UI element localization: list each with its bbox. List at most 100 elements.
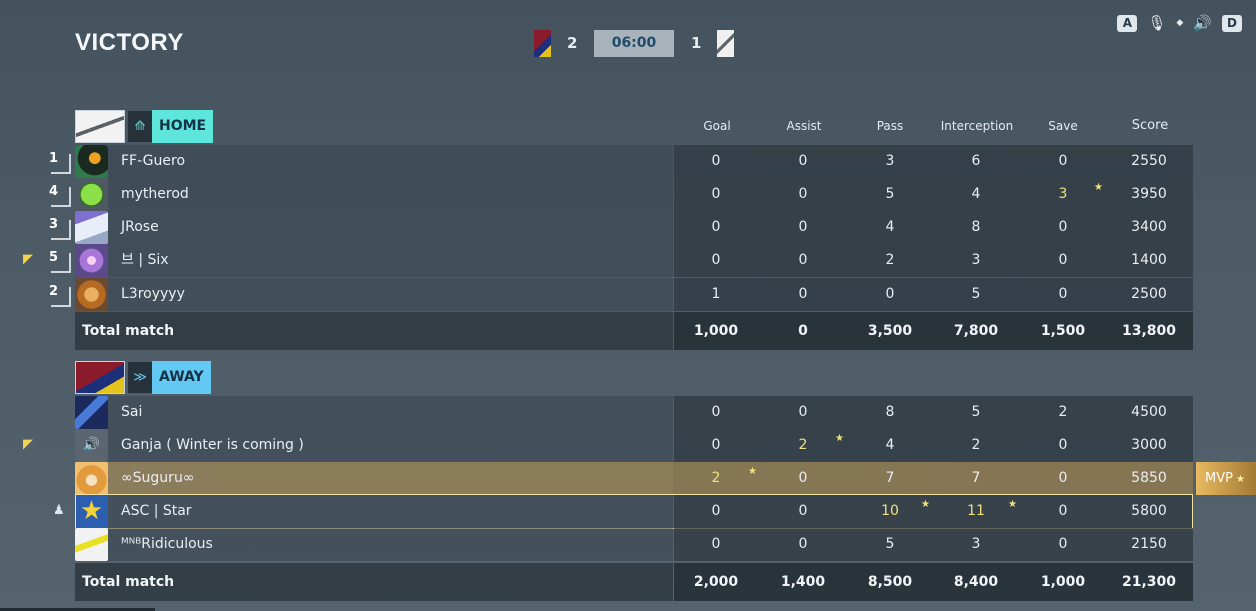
assist-value: 0	[798, 503, 808, 519]
assist-value: 0	[798, 536, 808, 552]
player-name: FF-Guero	[121, 153, 186, 169]
total-pass: 3,500	[867, 323, 913, 339]
score-value: 5850	[1131, 470, 1167, 486]
total-assist: 1,400	[780, 574, 826, 590]
save-value: 0	[1058, 536, 1068, 552]
save-value: 0	[1058, 252, 1068, 268]
dot-icon: ◆	[1176, 18, 1184, 28]
away-flag-icon	[717, 30, 734, 57]
table-row[interactable]: ∞Suguru∞ 2 ★ 0 7 7 0 5850	[75, 462, 1193, 495]
mvp-badge: MVP ★	[1196, 462, 1256, 495]
table-row[interactable]: 🔊 Ganja ( Winter is coming ) 0 2 ★ 4 2 0…	[75, 429, 1193, 462]
home-flag-icon	[534, 30, 551, 57]
pass-value: 8	[885, 404, 895, 420]
rank-badge: 1	[43, 148, 73, 174]
col-assist: Assist	[786, 119, 822, 133]
player-name: ᴹᴺᴮRidiculous	[121, 536, 213, 552]
col-score: Score	[1131, 118, 1169, 133]
player-name: mytherod	[121, 186, 189, 202]
rank-badge: 3	[43, 214, 73, 240]
interception-value: 3	[971, 536, 981, 552]
away-total-row: Total match 2,000 1,400 8,500 8,400 1,00…	[75, 563, 1193, 601]
star-icon: ★	[1094, 182, 1103, 193]
col-interception: Interception	[940, 119, 1014, 133]
table-row[interactable]: JRose 0 0 4 8 0 3400	[75, 211, 1193, 244]
player-name: ∞Suguru∞	[121, 470, 195, 486]
key-a-button[interactable]: A	[1117, 14, 1138, 32]
interception-value: 7	[971, 470, 981, 486]
home-emblem-icon: ⟰	[128, 111, 152, 142]
dog-avatar-icon	[75, 462, 108, 495]
chat-icon[interactable]: ◤	[23, 252, 33, 267]
score-value: 4500	[1131, 404, 1167, 420]
table-row[interactable]: ᴹᴺᴮRidiculous 0 0 5 3 0 2150	[75, 528, 1193, 561]
total-interception: 8,400	[953, 574, 999, 590]
col-save: Save	[1048, 119, 1078, 133]
result-title: VICTORY	[75, 29, 184, 56]
star-icon: ★	[1235, 474, 1245, 485]
player-name: JRose	[121, 219, 159, 235]
score-value: 2150	[1131, 536, 1167, 552]
total-score: 21,300	[1121, 574, 1177, 590]
interception-value: 11	[967, 503, 985, 519]
table-row[interactable]: Sai 0 0 8 5 2 4500	[75, 396, 1193, 429]
assist-value: 0	[798, 286, 808, 302]
star-icon: ★	[921, 499, 930, 510]
table-row[interactable]: mytherod 0 0 5 4 3 ★ 3950	[75, 178, 1193, 211]
player-name: L3royyyy	[121, 286, 185, 302]
home-score: 2	[567, 34, 578, 52]
assist-value: 0	[798, 470, 808, 486]
col-goal: Goal	[703, 119, 731, 133]
total-label: Total match	[82, 323, 175, 339]
player-name: Ganja ( Winter is coming )	[121, 437, 304, 453]
toucan-avatar-icon	[75, 145, 108, 178]
chat-icon[interactable]: ◤	[23, 437, 33, 452]
interception-value: 3	[971, 252, 981, 268]
pass-value: 3	[885, 153, 895, 169]
player-name: 브 | Six	[121, 252, 169, 268]
goal-value: 0	[711, 153, 721, 169]
mic-icon[interactable]: 🎙	[1147, 14, 1166, 32]
save-value: 0	[1058, 286, 1068, 302]
goal-value: 0	[711, 219, 721, 235]
assist-value: 2	[798, 437, 808, 453]
speaker-icon[interactable]: 🔊	[1193, 14, 1212, 32]
table-row[interactable]: L3royyyy 1 0 0 5 0 2500	[75, 278, 1193, 311]
total-score: 13,800	[1121, 323, 1177, 339]
assist-value: 0	[798, 153, 808, 169]
total-interception: 7,800	[953, 323, 999, 339]
score-value: 3950	[1131, 186, 1167, 202]
speaker-avatar-icon: 🔊	[75, 429, 108, 462]
unicorn-avatar-icon	[75, 211, 108, 244]
claw-avatar-icon	[75, 396, 108, 429]
goal-value: 0	[711, 437, 721, 453]
score-value: 2550	[1131, 153, 1167, 169]
table-row[interactable]: FF-Guero 0 0 3 6 0 2550	[75, 145, 1193, 178]
save-value: 0	[1058, 153, 1068, 169]
key-d-button[interactable]: D	[1222, 14, 1242, 32]
interception-value: 2	[971, 437, 981, 453]
boot-avatar-icon	[75, 528, 108, 561]
player-self-icon: ♟	[53, 503, 65, 518]
total-pass: 8,500	[867, 574, 913, 590]
interception-value: 5	[971, 286, 981, 302]
interception-value: 6	[971, 153, 981, 169]
home-team-header: ⟰ HOME	[75, 110, 214, 143]
star-avatar-icon: ★	[75, 495, 108, 528]
score-value: 1400	[1131, 252, 1167, 268]
away-team-header: ≫ AWAY	[75, 361, 211, 394]
interception-value: 5	[971, 404, 981, 420]
pass-value: 10	[881, 503, 899, 519]
goal-value: 0	[711, 252, 721, 268]
interception-value: 8	[971, 219, 981, 235]
pass-value: 0	[885, 286, 895, 302]
table-row[interactable]: ★ ASC | Star 0 0 10 ★ 11 ★ 0 5800	[75, 495, 1193, 528]
save-value: 0	[1058, 437, 1068, 453]
total-goal: 2,000	[693, 574, 739, 590]
save-value: 0	[1058, 470, 1068, 486]
home-team-name: HOME	[152, 110, 214, 143]
assist-value: 0	[798, 219, 808, 235]
table-row[interactable]: 브 | Six 0 0 2 3 0 1400	[75, 244, 1193, 277]
star-icon: ★	[748, 466, 757, 477]
pass-value: 4	[885, 219, 895, 235]
